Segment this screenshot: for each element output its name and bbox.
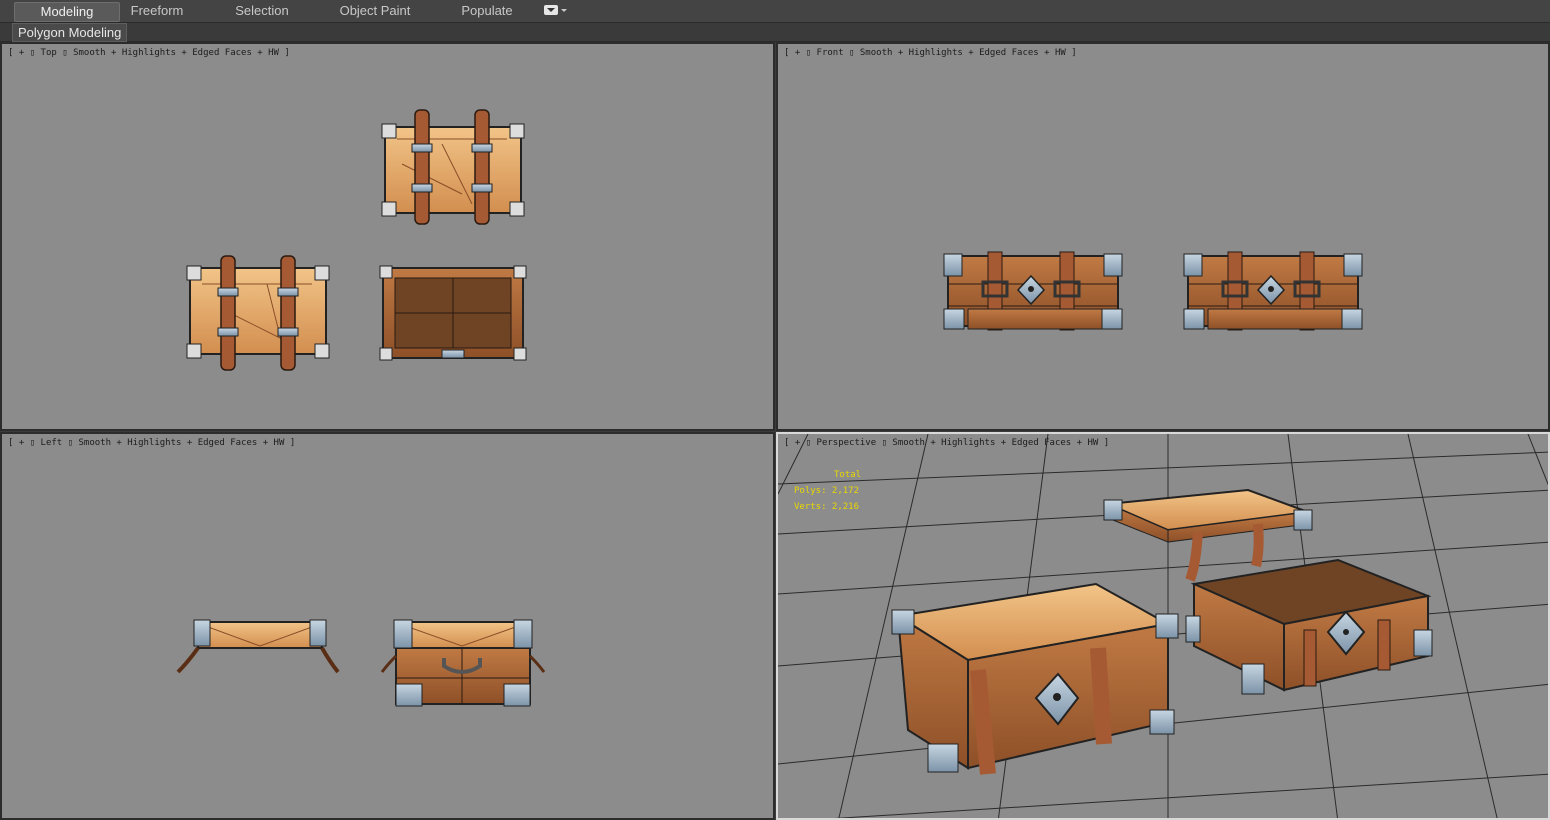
chest-closed-perspective[interactable] (891, 582, 1179, 775)
chest-base-top[interactable] (379, 265, 527, 361)
stats-polys: Polys: 2,172 (794, 486, 860, 496)
tab-selection[interactable]: Selection (216, 2, 308, 20)
ribbon-panel-bar: Polygon Modeling (0, 23, 1550, 42)
stats-total-label: Total (834, 470, 862, 480)
dropdown-toggle-icon[interactable] (542, 4, 568, 18)
stats-verts: Verts: 2,216 (794, 502, 860, 512)
polygon-modeling-panel[interactable]: Polygon Modeling (12, 23, 128, 42)
viewport-label[interactable]: [ + ▯ Perspective ▯ Smooth + Highlights … (784, 438, 1109, 448)
left-view-scene (176, 619, 546, 707)
chest-lid-top[interactable] (381, 109, 525, 225)
chest-front-1[interactable] (943, 251, 1123, 331)
chest-base-perspective[interactable] (1185, 558, 1433, 695)
top-view-scene (186, 109, 527, 371)
viewport-top[interactable]: [ + ▯ Top ▯ Smooth + Highlights + Edged … (0, 42, 775, 431)
tab-freeform[interactable]: Freeform (112, 2, 202, 20)
perspective-scene (778, 434, 1548, 818)
tab-modeling[interactable]: Modeling (14, 2, 120, 22)
viewport-front[interactable]: [ + ▯ Front ▯ Smooth + Highlights + Edge… (776, 42, 1550, 431)
viewport-left[interactable]: [ + ▯ Left ▯ Smooth + Highlights + Edged… (0, 432, 775, 820)
chest-front-2[interactable] (1183, 251, 1363, 331)
tab-populate[interactable]: Populate (445, 2, 529, 20)
ribbon-tabs: Modeling Freeform Selection Object Paint… (0, 0, 1550, 23)
chest-lid-side[interactable] (176, 619, 340, 674)
chest-closed-top[interactable] (186, 255, 330, 371)
viewport-perspective[interactable]: [ + ▯ Perspective ▯ Smooth + Highlights … (776, 432, 1550, 820)
chest-lid-perspective[interactable] (1103, 488, 1313, 582)
chest-closed-side[interactable] (380, 619, 546, 707)
front-view-scene (943, 251, 1363, 331)
tab-object-paint[interactable]: Object Paint (328, 2, 422, 20)
